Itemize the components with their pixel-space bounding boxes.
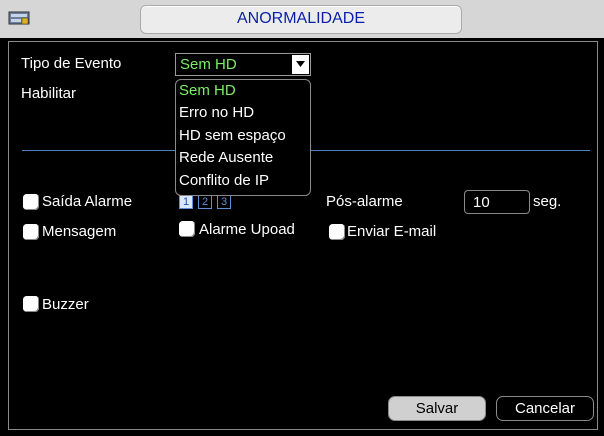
alarme-upload-label: Alarme Upoad — [199, 221, 295, 238]
enviar-email-label: Enviar E-mail — [347, 223, 437, 240]
save-button[interactable]: Salvar — [388, 396, 486, 421]
alarm-channel-1[interactable]: 1 — [179, 195, 193, 209]
buzzer-checkbox[interactable] — [23, 296, 39, 312]
tipo-evento-selected: Sem HD — [180, 56, 237, 73]
tipo-evento-select[interactable]: Sem HD — [175, 53, 311, 76]
saida-alarme-label: Saída Alarme — [42, 193, 133, 210]
alarme-upload-checkbox[interactable] — [179, 221, 195, 237]
tipo-evento-label: Tipo de Evento — [21, 55, 122, 72]
anormalidade-window: ANORMALIDADE Tipo de Evento Habilitar Sa… — [0, 0, 604, 436]
save-button-label: Salvar — [415, 400, 459, 417]
window-title: ANORMALIDADE — [236, 10, 366, 27]
title-bar: ANORMALIDADE — [0, 0, 604, 38]
tipo-evento-dropdown: Sem HD Erro no HD HD sem espaço Rede Aus… — [175, 79, 311, 196]
alarm-channel-2[interactable]: 2 — [198, 195, 212, 209]
dropdown-arrow-icon[interactable] — [292, 55, 309, 74]
tipo-option-hd-sem-espaco[interactable]: HD sem espaço — [179, 127, 286, 144]
mensagem-checkbox[interactable] — [23, 224, 39, 240]
tipo-option-conflito-ip[interactable]: Conflito de IP — [179, 172, 269, 189]
alarm-channel-3[interactable]: 3 — [217, 195, 231, 209]
monitor-icon — [8, 7, 30, 29]
tipo-option-sem-hd[interactable]: Sem HD — [179, 82, 236, 99]
cancel-button[interactable]: Cancelar — [496, 396, 594, 421]
buzzer-label: Buzzer — [42, 296, 89, 313]
pos-alarme-value: 10 — [473, 194, 490, 211]
pos-alarme-input[interactable]: 10 — [464, 190, 530, 214]
enviar-email-checkbox[interactable] — [329, 224, 345, 240]
pos-alarme-label: Pós-alarme — [326, 193, 403, 210]
pos-alarme-unit: seg. — [533, 193, 562, 210]
mensagem-label: Mensagem — [42, 223, 117, 240]
tipo-option-rede-ausente[interactable]: Rede Ausente — [179, 149, 273, 166]
title-pill: ANORMALIDADE — [140, 5, 462, 34]
tipo-option-erro-hd[interactable]: Erro no HD — [179, 104, 254, 121]
saida-alarme-checkbox[interactable] — [23, 194, 39, 210]
cancel-button-label: Cancelar — [514, 400, 576, 417]
habilitar-label: Habilitar — [21, 85, 77, 102]
